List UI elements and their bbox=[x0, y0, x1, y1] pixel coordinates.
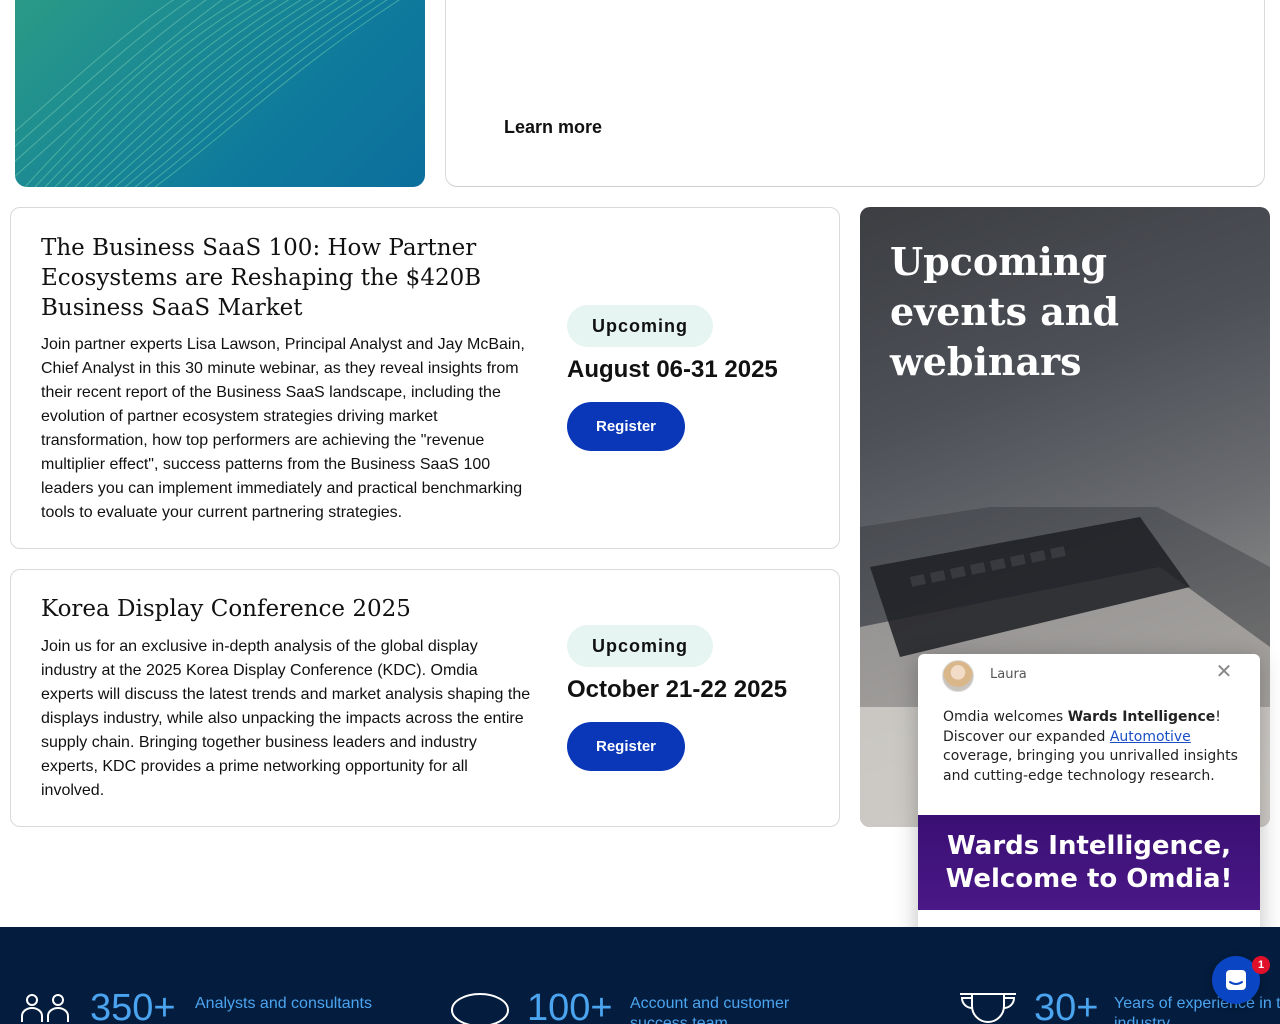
stats-band: 350+ Analysts and consultants 100+ Accou… bbox=[0, 927, 1280, 1024]
trophy-icon bbox=[960, 993, 1016, 1023]
status-badge: Upcoming bbox=[567, 625, 713, 667]
stat-number: 350+ bbox=[90, 987, 176, 1024]
automotive-link[interactable]: Automotive bbox=[1110, 729, 1191, 745]
chat-message: Omdia welcomes Wards Intelligence! Disco… bbox=[943, 708, 1238, 786]
register-button[interactable]: Register bbox=[567, 722, 685, 771]
chat-popup[interactable]: Laura ✕ Omdia welcomes Wards Intelligenc… bbox=[918, 654, 1260, 940]
register-button[interactable]: Register bbox=[567, 402, 685, 451]
event-card: The Business SaaS 100: How Partner Ecosy… bbox=[10, 207, 840, 549]
learn-more-link[interactable]: Learn more bbox=[504, 117, 602, 138]
event-title[interactable]: The Business SaaS 100: How Partner Ecosy… bbox=[41, 233, 501, 323]
agent-name: Laura bbox=[990, 667, 1027, 682]
stat-label: Analysts and consultants bbox=[195, 995, 372, 1012]
event-description: Join partner experts Lisa Lawson, Princi… bbox=[41, 336, 525, 521]
event-date: October 21-22 2025 bbox=[567, 676, 788, 703]
stat-label: Years of experience in the industry bbox=[1114, 995, 1280, 1024]
close-icon[interactable]: ✕ bbox=[1214, 661, 1234, 682]
welcome-banner[interactable]: Wards Intelligence, Welcome to Omdia! bbox=[918, 815, 1260, 910]
messenger-icon bbox=[1226, 970, 1246, 990]
hero-image bbox=[15, 0, 425, 187]
event-card: Korea Display Conference 2025 Join us fo… bbox=[10, 569, 840, 827]
event-title[interactable]: Korea Display Conference 2025 bbox=[41, 594, 501, 624]
chat-bubble-icon bbox=[451, 993, 509, 1024]
stat-label: Account and customer success team bbox=[630, 995, 790, 1024]
stat-number: 30+ bbox=[1034, 987, 1099, 1024]
banner-line-1: Wards Intelligence, bbox=[947, 831, 1231, 861]
stat-number: 100+ bbox=[527, 987, 613, 1024]
wave-lines-graphic bbox=[15, 0, 400, 187]
message-prefix: Omdia welcomes bbox=[943, 709, 1068, 725]
promo-card: Learn more bbox=[445, 0, 1265, 187]
banner-line-2: Welcome to Omdia! bbox=[945, 864, 1233, 894]
people-icon bbox=[21, 994, 69, 1022]
unread-count-badge: 1 bbox=[1252, 956, 1270, 974]
agent-avatar bbox=[942, 660, 974, 692]
event-date: August 06-31 2025 bbox=[567, 356, 778, 383]
side-panel-title: Upcoming events and webinars bbox=[890, 239, 1120, 384]
event-description: Join us for an exclusive in-depth analys… bbox=[41, 638, 531, 799]
message-suffix: coverage, bringing you unrivalled insigh… bbox=[943, 748, 1238, 784]
message-bold: Wards Intelligence bbox=[1067, 709, 1216, 725]
status-badge: Upcoming bbox=[567, 305, 713, 347]
